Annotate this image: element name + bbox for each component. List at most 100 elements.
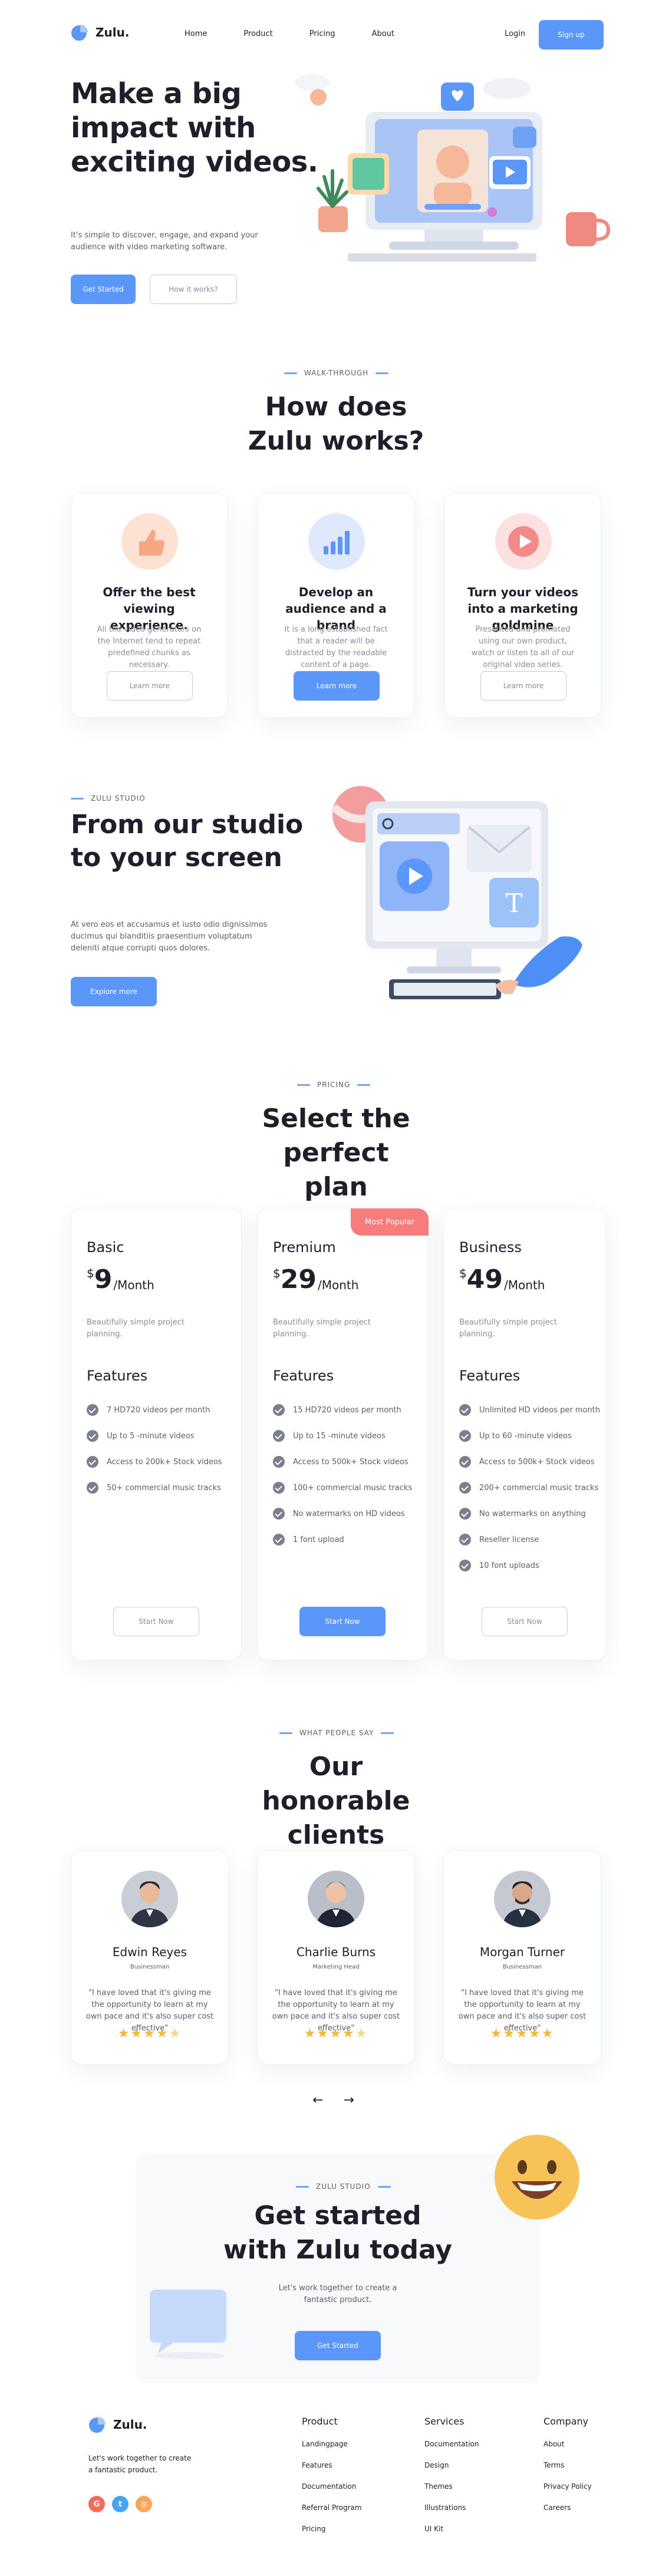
plan-name: Premium xyxy=(273,1239,336,1256)
check-icon xyxy=(273,1534,285,1545)
plan-name: Basic xyxy=(87,1239,124,1256)
feature-item: 10 font uploads xyxy=(459,1553,600,1578)
check-icon xyxy=(459,1430,471,1442)
learn-more-button[interactable]: Learn more xyxy=(294,671,380,701)
footer-link[interactable]: Landingpage xyxy=(302,2440,362,2461)
feature-item: No watermarks on anything xyxy=(459,1501,600,1527)
most-popular-badge: Most Popular xyxy=(351,1208,429,1236)
testimonials-title: Our honorable clients xyxy=(262,1752,410,1850)
feature-item: 50+ commercial music tracks xyxy=(87,1475,222,1501)
nav-item-about[interactable]: About xyxy=(372,29,394,38)
feature-list: 7 HD720 videos per month Up to 5 -minute… xyxy=(87,1397,222,1501)
feature-item: No watermarks on HD videos xyxy=(273,1501,412,1527)
learn-more-button[interactable]: Learn more xyxy=(480,671,566,701)
check-icon xyxy=(459,1560,471,1571)
footer-link[interactable]: About xyxy=(543,2440,592,2461)
check-icon xyxy=(87,1430,98,1442)
footer-link[interactable]: Illustrations xyxy=(424,2504,479,2525)
nav-item-pricing[interactable]: Pricing xyxy=(309,29,335,38)
feature-card: Turn your videos into a marketing goldmi… xyxy=(444,493,601,718)
client-role: Businessman xyxy=(130,1964,170,1970)
smiley-emoji-icon xyxy=(495,2135,579,2220)
footer-link[interactable]: Referral Program xyxy=(302,2504,362,2525)
features-heading: Features xyxy=(459,1368,521,1384)
footer-link[interactable]: Pricing xyxy=(302,2525,362,2546)
rating-stars: ★★★★★ xyxy=(258,2026,414,2041)
footer-link[interactable]: Documentation xyxy=(424,2440,479,2461)
feature-item: Up to 15 -minute videos xyxy=(273,1423,412,1449)
feature-card-text: It is a long established fact that a rea… xyxy=(284,625,388,669)
instagram-icon[interactable]: ◎ xyxy=(136,2496,152,2512)
rating-stars: ★★★★★ xyxy=(71,2026,228,2041)
start-now-button[interactable]: Start Now xyxy=(482,1607,568,1636)
client-name: Charlie Burns xyxy=(296,1945,376,1959)
google-icon[interactable]: G xyxy=(88,2496,105,2512)
get-started-button[interactable]: Get Started xyxy=(71,275,136,304)
brand-name: Zulu. xyxy=(113,2418,147,2432)
studio-illustration: T xyxy=(331,786,582,999)
rating-stars: ★★★★★ xyxy=(444,2026,601,2041)
nav-item-home[interactable]: Home xyxy=(185,29,207,38)
testimonial-card: Charlie Burns Marketing Head "I have lov… xyxy=(257,1850,415,2065)
footer-column-title: Product xyxy=(302,2416,338,2427)
feature-list: Unlimited HD videos per month Up to 60 -… xyxy=(459,1397,600,1578)
how-it-works-button[interactable]: How it works? xyxy=(150,275,237,304)
brand-logo[interactable]: Zulu. xyxy=(71,24,129,41)
footer-link[interactable]: Features xyxy=(302,2461,362,2482)
logo-pie-icon xyxy=(71,25,88,41)
footer-column-services: Services Documentation Design Themes Ill… xyxy=(424,2416,479,2546)
feature-item: Up to 5 -minute videos xyxy=(87,1423,222,1449)
avatar xyxy=(308,1871,364,1927)
footer-link[interactable]: Design xyxy=(424,2461,479,2482)
pricing-title: Select the perfect plan xyxy=(262,1104,410,1202)
signup-button[interactable]: Sign up xyxy=(539,20,604,49)
footer-link[interactable]: Themes xyxy=(424,2482,479,2504)
footer-link[interactable]: Documentation xyxy=(302,2482,362,2504)
coffee-mug-icon xyxy=(566,212,597,246)
testimonial-card: Edwin Reyes Businessman "I have loved th… xyxy=(71,1850,229,2065)
features-heading: Features xyxy=(87,1368,148,1384)
twitter-icon[interactable]: t xyxy=(112,2496,129,2512)
star-icon: ★★★★ xyxy=(117,2026,169,2041)
login-link[interactable]: Login xyxy=(505,29,525,38)
check-icon xyxy=(273,1430,285,1442)
heart-bubble-icon xyxy=(513,127,536,148)
footer-logo[interactable]: Zulu. xyxy=(88,2416,147,2433)
logo-pie-icon xyxy=(89,2417,106,2433)
plan-description: Beautifully simple project planning. xyxy=(87,1318,185,1339)
plan-price: $49/Month xyxy=(459,1264,545,1294)
half-star-icon: ★ xyxy=(355,2026,368,2041)
feature-item: 15 HD720 videos per month xyxy=(273,1397,412,1423)
start-now-button[interactable]: Start Now xyxy=(113,1607,199,1636)
feature-item: Access to 500k+ Stock videos xyxy=(273,1449,412,1475)
nav-item-product[interactable]: Product xyxy=(243,29,272,38)
check-icon xyxy=(87,1404,98,1416)
check-icon xyxy=(459,1456,471,1468)
check-icon xyxy=(459,1404,471,1416)
client-name: Edwin Reyes xyxy=(112,1945,187,1959)
client-name: Morgan Turner xyxy=(479,1945,565,1959)
plan-price: $29/Month xyxy=(273,1264,359,1294)
feature-item: 100+ commercial music tracks xyxy=(273,1475,412,1501)
footer-link[interactable]: Careers xyxy=(543,2504,592,2525)
cta-get-started-button[interactable]: Get Started xyxy=(295,2331,381,2360)
footer-link[interactable]: Terms xyxy=(543,2461,592,2482)
learn-more-button[interactable]: Learn more xyxy=(107,671,193,701)
pricing-eyebrow: PRICING xyxy=(297,1081,371,1089)
explore-more-button[interactable]: Explore more xyxy=(71,977,157,1006)
avatar xyxy=(494,1871,551,1927)
arrow-right-icon[interactable]: → xyxy=(343,2093,354,2108)
start-now-button[interactable]: Start Now xyxy=(299,1607,386,1636)
arrow-left-icon[interactable]: ← xyxy=(312,2093,323,2108)
cta-eyebrow: ZULU STUDIO xyxy=(296,2182,391,2191)
check-icon xyxy=(87,1456,98,1468)
carousel-controls: ← → xyxy=(312,2093,354,2108)
footer-link[interactable]: Privacy Policy xyxy=(543,2482,592,2504)
walkthrough-title: How does Zulu works? xyxy=(248,392,424,456)
features-heading: Features xyxy=(273,1368,334,1384)
feature-item: Unlimited HD videos per month xyxy=(459,1397,600,1423)
check-icon xyxy=(273,1404,285,1416)
footer-link[interactable]: UI Kit xyxy=(424,2525,479,2546)
client-role: Marketing Head xyxy=(312,1964,360,1970)
thumbs-up-icon xyxy=(121,513,178,570)
